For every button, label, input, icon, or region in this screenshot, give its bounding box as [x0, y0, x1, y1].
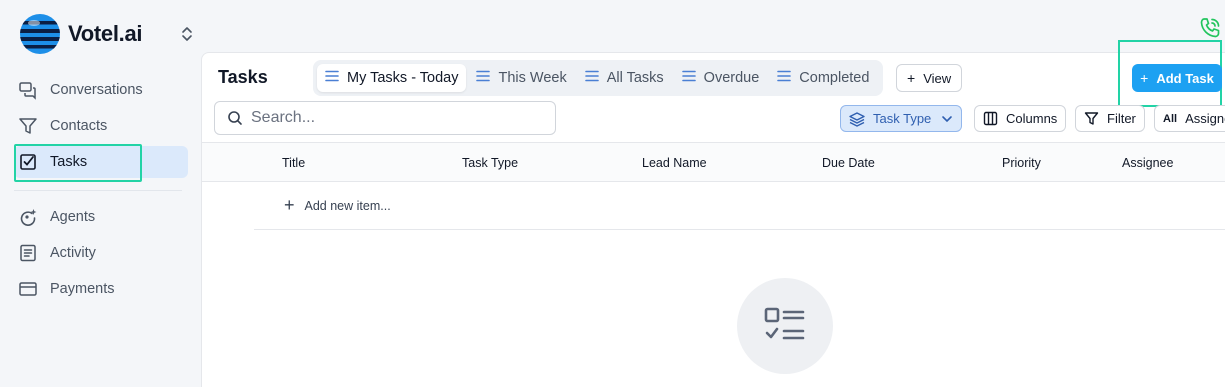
- add-view-button[interactable]: + View: [896, 64, 963, 92]
- card-icon: [18, 279, 38, 299]
- assignee-dropdown[interactable]: All Assignee: [1154, 105, 1225, 132]
- checkbox-icon: [18, 152, 38, 172]
- task-type-dropdown[interactable]: Task Type: [840, 105, 963, 132]
- task-tabs: My Tasks - Today This Week All Tasks Ove…: [313, 60, 884, 96]
- columns-icon: [983, 111, 998, 126]
- columns-label: Columns: [1006, 111, 1058, 126]
- column-header-assignee[interactable]: Assignee: [1122, 156, 1173, 170]
- main-panel: Tasks My Tasks - Today This Week All Tas…: [201, 40, 1225, 387]
- search-input[interactable]: [251, 109, 531, 127]
- list-lines-icon: [584, 70, 599, 86]
- add-new-item-row[interactable]: + Add new item...: [254, 182, 1225, 230]
- add-task-button[interactable]: + Add Task: [1132, 64, 1222, 92]
- chevron-down-icon: [942, 115, 953, 122]
- sidebar-item-label: Payments: [50, 281, 115, 297]
- search-icon: [228, 111, 242, 125]
- tab-my-tasks-today[interactable]: My Tasks - Today: [317, 64, 467, 92]
- sidebar-item-label: Tasks: [50, 154, 88, 170]
- agent-sparkle-icon: [18, 207, 38, 227]
- table-header: Title Task Type Lead Name Due Date Prior…: [202, 142, 1225, 182]
- list-doc-icon: [18, 243, 38, 263]
- task-type-label: Task Type: [873, 111, 932, 126]
- list-lines-icon: [681, 70, 696, 86]
- tab-label: Overdue: [703, 70, 760, 86]
- sidebar-item-contacts[interactable]: Contacts: [14, 110, 188, 142]
- view-label: View: [923, 70, 952, 86]
- page-title: Tasks: [218, 67, 268, 87]
- tab-overdue[interactable]: Overdue: [674, 64, 768, 92]
- plus-icon: +: [284, 195, 295, 215]
- column-header-due-date[interactable]: Due Date: [822, 156, 875, 170]
- list-lines-icon: [325, 70, 339, 86]
- column-header-task-type[interactable]: Task Type: [462, 156, 518, 170]
- list-lines-icon: [476, 70, 491, 86]
- column-header-lead-name[interactable]: Lead Name: [642, 156, 707, 170]
- empty-state: [737, 278, 833, 374]
- plus-icon: +: [907, 70, 916, 86]
- tab-label: My Tasks - Today: [347, 70, 459, 86]
- chat-bubbles-icon: [18, 80, 38, 100]
- filter-icon: [1084, 111, 1099, 126]
- sidebar-item-tasks[interactable]: Tasks: [14, 144, 188, 182]
- plus-icon: +: [1140, 70, 1149, 86]
- assignee-label: Assignee: [1185, 111, 1225, 126]
- add-task-label: Add Task: [1156, 70, 1214, 86]
- column-header-title[interactable]: Title: [282, 156, 305, 170]
- tab-label: All Tasks: [606, 70, 664, 86]
- sidebar-item-activity[interactable]: Activity: [14, 237, 188, 269]
- sidebar-item-conversations[interactable]: Conversations: [14, 74, 188, 106]
- funnel-icon: [18, 116, 38, 136]
- sidebar-item-label: Conversations: [50, 82, 143, 98]
- filter-button[interactable]: Filter: [1075, 105, 1145, 132]
- brand-name: Votel.ai: [68, 21, 143, 46]
- sidebar-item-label: Contacts: [50, 118, 108, 134]
- search-box: [214, 101, 556, 135]
- chevron-up-down-icon[interactable]: [180, 26, 194, 42]
- task-checklist-icon: [764, 307, 805, 340]
- sidebar-item-label: Agents: [50, 209, 96, 225]
- tab-completed[interactable]: Completed: [769, 64, 877, 92]
- phone-icon[interactable]: [1198, 16, 1222, 40]
- columns-button[interactable]: Columns: [974, 105, 1067, 132]
- sidebar-item-agents[interactable]: Agents: [14, 201, 188, 233]
- brand[interactable]: Votel.ai: [18, 12, 143, 56]
- sidebar-divider: [14, 190, 182, 191]
- column-header-priority[interactable]: Priority: [1002, 156, 1041, 170]
- sidebar-item-label: Activity: [50, 245, 96, 261]
- globe-logo-icon: [20, 14, 60, 54]
- assignee-prefix: All: [1163, 112, 1178, 125]
- add-new-item-label: Add new item...: [304, 198, 391, 213]
- sidebar-nav: Conversations Contacts Tasks Agents Acti…: [14, 74, 188, 309]
- tab-label: This Week: [498, 70, 567, 86]
- tab-all-tasks[interactable]: All Tasks: [577, 64, 672, 92]
- sidebar-item-payments[interactable]: Payments: [14, 273, 188, 305]
- tab-this-week[interactable]: This Week: [468, 64, 574, 92]
- layers-icon: [849, 111, 865, 127]
- list-lines-icon: [777, 70, 792, 86]
- filter-label: Filter: [1107, 111, 1136, 126]
- sidebar: Votel.ai Conversations Contacts Tasks Ag…: [0, 0, 200, 387]
- tab-label: Completed: [799, 70, 870, 86]
